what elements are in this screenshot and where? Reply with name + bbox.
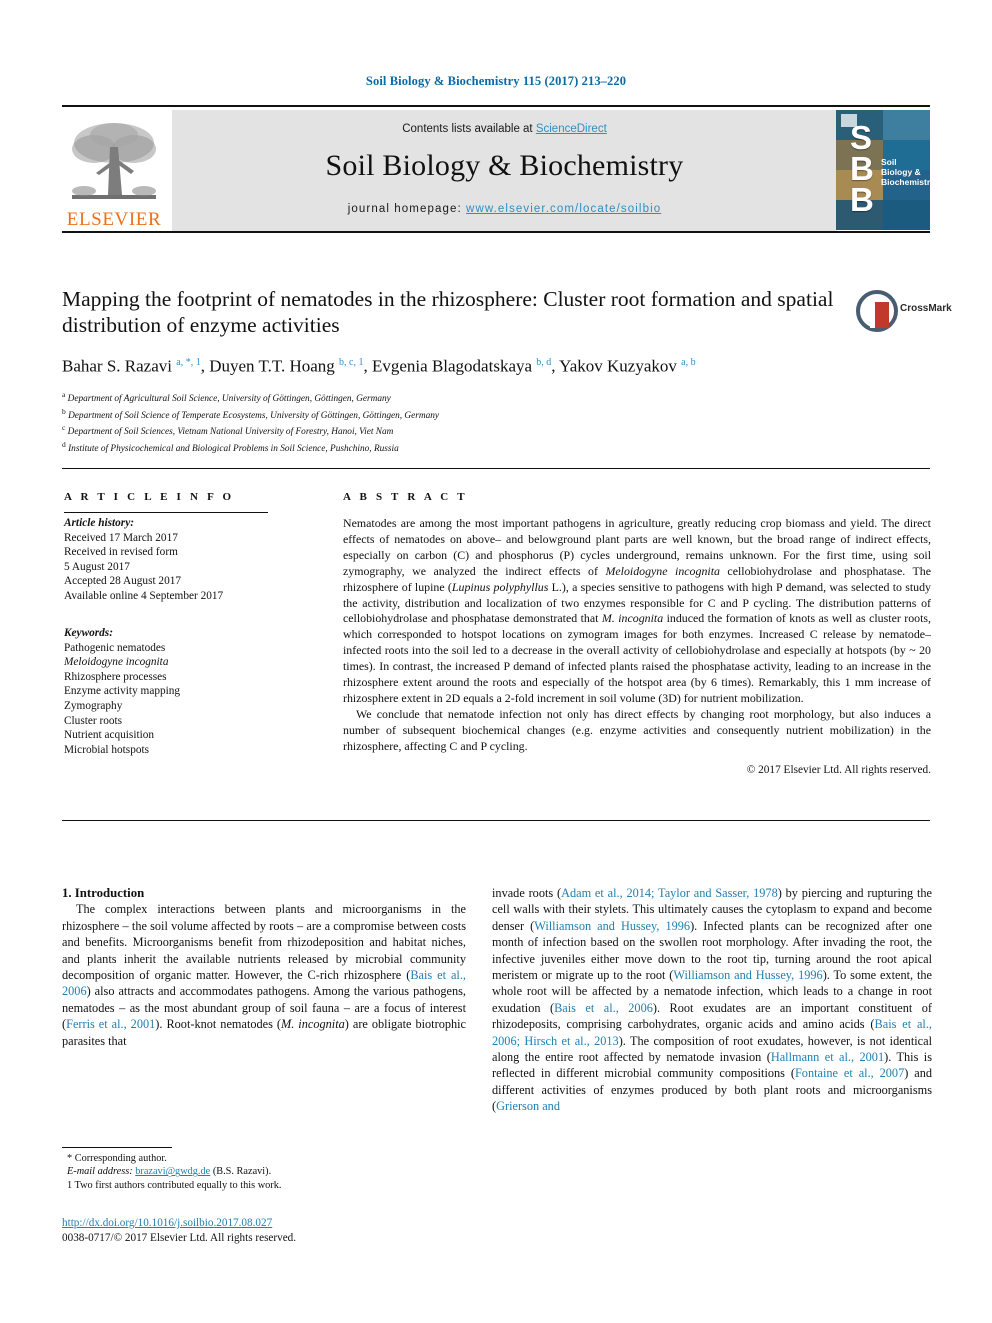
footer-block: http://dx.doi.org/10.1016/j.soilbio.2017… — [62, 1216, 482, 1246]
homepage-label: journal homepage: — [347, 203, 467, 215]
affiliation-list: a Department of Agricultural Soil Scienc… — [62, 389, 932, 456]
article-info-divider — [64, 512, 268, 513]
body-column-left: 1. Introduction The complex interactions… — [62, 885, 466, 1049]
elsevier-tree-icon — [72, 123, 156, 199]
journal-cover-thumbnail[interactable]: SBB Soil Biology & Biochemistry — [836, 110, 930, 230]
email-note: E-mail address: brazavi@gwdg.de (B.S. Ra… — [62, 1165, 466, 1178]
crossmark-badge[interactable]: CrossMark — [856, 288, 952, 336]
info-abstract-rule-bottom — [62, 820, 930, 821]
intro-paragraph-right: invade roots (Adam et al., 2014; Taylor … — [492, 886, 933, 1114]
abstract-heading: A B S T R A C T — [343, 491, 468, 503]
running-head: Soil Biology & Biochemistry 115 (2017) 2… — [365, 74, 627, 88]
journal-article-page: Soil Biology & Biochemistry 115 (2017) 2… — [0, 0, 992, 1323]
cover-initials: SBB — [850, 119, 874, 218]
issn-copyright: 0038-0717/© 2017 Elsevier Ltd. All right… — [62, 1232, 297, 1244]
cover-journal-name: Soil Biology & Biochemistry — [881, 157, 930, 187]
keywords-label: Keywords: — [64, 627, 113, 639]
abstract-paragraph-2: We conclude that nematode infection not … — [343, 706, 931, 753]
sciencedirect-link[interactable]: ScienceDirect — [536, 123, 607, 135]
elsevier-wordmark: ELSEVIER — [66, 209, 162, 230]
page-title: Mapping the footprint of nematodes in th… — [62, 287, 834, 337]
article-history-item: Received 17 March 2017 — [64, 531, 178, 544]
affiliation-item: c Department of Soil Sciences, Vietnam N… — [62, 423, 394, 438]
contents-label: Contents lists available at — [402, 123, 536, 135]
keyword-item: Nutrient acquisition — [64, 729, 155, 742]
body-column-right: invade roots (Adam et al., 2014; Taylor … — [492, 885, 932, 1115]
title-block: Mapping the footprint of nematodes in th… — [62, 286, 852, 338]
article-history-item: Accepted 28 August 2017 — [64, 575, 182, 588]
equal-contribution-note: 1 Two first authors contributed equally … — [67, 1179, 282, 1191]
affiliation-item: a Department of Agricultural Soil Scienc… — [62, 390, 391, 405]
keyword-item: Cluster roots — [64, 714, 123, 727]
article-history-item: 5 August 2017 — [64, 560, 130, 573]
journal-homepage-line: journal homepage: www.elsevier.com/locat… — [172, 203, 837, 215]
affiliation-item: b Department of Soil Science of Temperat… — [62, 406, 440, 421]
crossmark-icon — [856, 290, 898, 332]
doi-link[interactable]: http://dx.doi.org/10.1016/j.soilbio.2017… — [62, 1217, 272, 1229]
crossmark-label: CrossMark — [900, 303, 952, 314]
email-owner: (B.S. Razavi). — [212, 1166, 272, 1178]
article-history-item: Available online 4 September 2017 — [64, 589, 224, 602]
keyword-item: Rhizosphere processes — [64, 670, 167, 683]
footnote-divider — [62, 1147, 172, 1148]
abstract-paragraph-1: Nematodes are among the most important p… — [343, 516, 932, 705]
journal-homepage-link[interactable]: www.elsevier.com/locate/soilbio — [466, 203, 661, 215]
email-label: E-mail address: — [67, 1166, 133, 1178]
email-link[interactable]: brazavi@gwdg.de — [135, 1166, 210, 1177]
article-history: Article history: Received 17 March 2017 Re… — [64, 516, 294, 604]
keywords-list: Keywords: Pathogenic nematodes Meloidogyne… — [64, 626, 294, 757]
affiliation-item: d Institute of Physicochemical and Biolo… — [62, 440, 399, 455]
keyword-item: Microbial hotspots — [64, 743, 150, 756]
elsevier-logo: ELSEVIER — [62, 110, 166, 231]
contents-line: Contents lists available at ScienceDirec… — [172, 110, 837, 135]
corresponding-author-note: * Corresponding author. — [67, 1153, 167, 1164]
author-list: Bahar S. Razavi a, *, 1, Duyen T.T. Hoan… — [62, 356, 696, 376]
abstract-body: Nematodes are among the most important p… — [343, 516, 931, 779]
masthead-center-panel: Contents lists available at ScienceDirec… — [172, 110, 837, 231]
article-info-heading: A R T I C L E I N F O — [64, 491, 235, 503]
journal-masthead: ELSEVIER Contents lists available at Sci… — [62, 105, 930, 233]
keyword-item: Meloidogyne incognita — [64, 656, 169, 669]
keyword-item: Pathogenic nematodes — [64, 641, 166, 654]
keyword-item: Enzyme activity mapping — [64, 685, 181, 698]
abstract-copyright: © 2017 Elsevier Ltd. All rights reserved… — [746, 763, 931, 776]
intro-paragraph-left: The complex interactions between plants … — [62, 902, 467, 1048]
journal-title: Soil Biology & Biochemistry — [325, 149, 684, 182]
article-history-item: Received in revised form — [64, 546, 178, 559]
info-abstract-rule-top — [62, 468, 930, 469]
keyword-item: Zymography — [64, 699, 123, 712]
article-history-label: Article history: — [64, 517, 134, 529]
section-heading-introduction: 1. Introduction — [62, 886, 145, 900]
footnote-block: * Corresponding author. E-mail address: … — [62, 1152, 466, 1192]
